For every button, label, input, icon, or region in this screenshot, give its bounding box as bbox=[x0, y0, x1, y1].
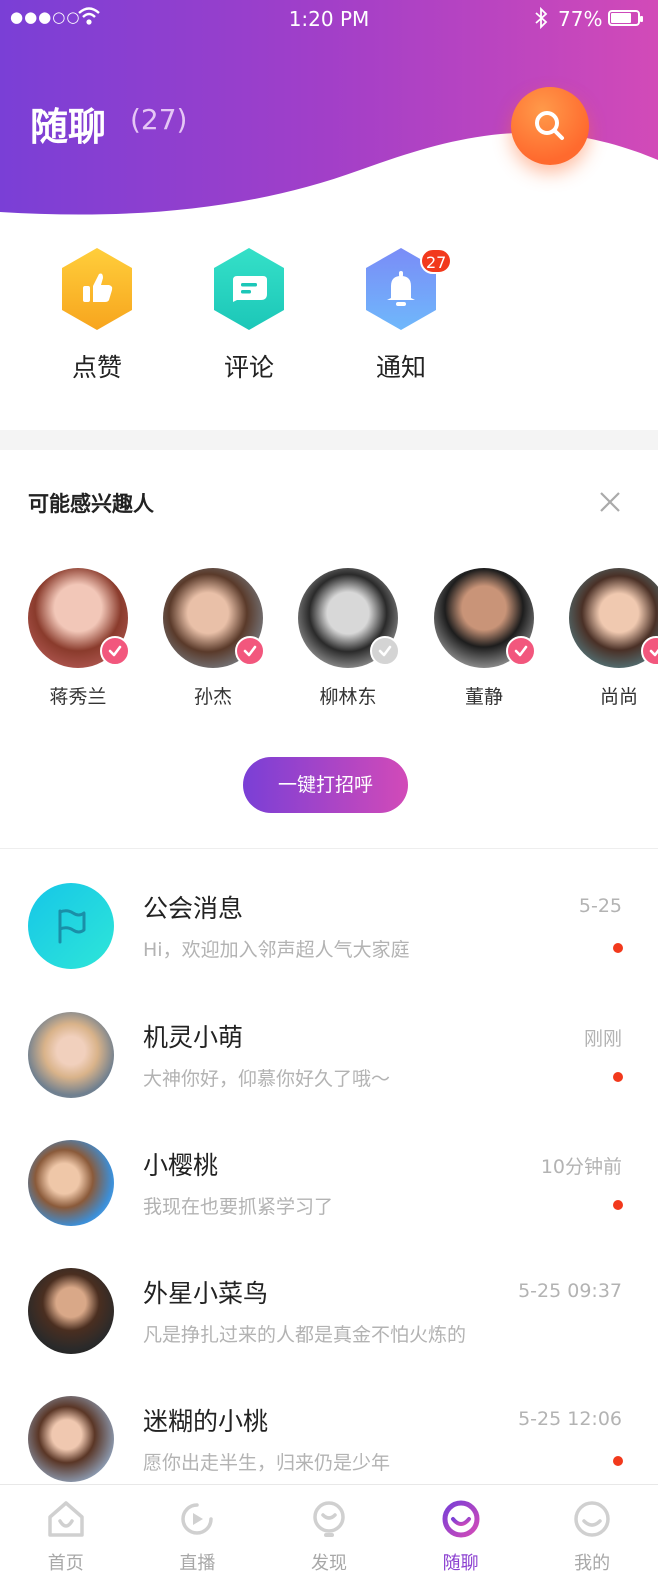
avatar bbox=[569, 568, 658, 668]
live-icon bbox=[181, 1503, 214, 1535]
tab-label: 首页 bbox=[47, 1553, 84, 1574]
unread-count: (27) bbox=[130, 103, 188, 136]
message-preview: 大神你好，仰慕你好久了哦～ bbox=[143, 1068, 391, 1090]
unread-dot bbox=[613, 943, 623, 953]
person-name: 董静 bbox=[464, 686, 503, 708]
suggest-list: 蒋秀兰 孙杰 柳林东 董静 尚尚 bbox=[0, 568, 658, 718]
check-icon[interactable] bbox=[641, 636, 658, 666]
message-name: 公会消息 bbox=[143, 894, 244, 923]
message-item[interactable]: 公会消息 Hi，欢迎加入邻声超人气大家庭 5-25 bbox=[0, 883, 658, 993]
tab-bar: 首页 直播 发现 随聊 我的 bbox=[0, 1484, 658, 1586]
page-title: 随聊 bbox=[30, 105, 107, 149]
status-bar: ●●●○○ 1:20 PM 77% bbox=[0, 0, 658, 40]
suggest-person[interactable]: 董静 bbox=[424, 568, 544, 709]
check-icon[interactable] bbox=[235, 636, 265, 666]
battery-percent: 77% bbox=[558, 7, 603, 31]
close-icon[interactable] bbox=[598, 490, 622, 514]
message-time: 5-25 bbox=[578, 895, 622, 917]
check-icon[interactable] bbox=[506, 636, 536, 666]
message-time: 10分钟前 bbox=[540, 1156, 622, 1178]
tab-label: 发现 bbox=[310, 1553, 347, 1574]
discover-icon bbox=[313, 1501, 345, 1537]
message-preview: 凡是挣扎过来的人都是真金不怕火炼的 bbox=[143, 1324, 467, 1346]
avatar bbox=[28, 1140, 114, 1226]
avatar bbox=[28, 568, 130, 668]
tab-discover[interactable]: 发现 bbox=[263, 1485, 395, 1586]
tab-label: 随聊 bbox=[442, 1553, 479, 1574]
home-icon bbox=[48, 1501, 84, 1537]
quick-notify-label: 通知 bbox=[375, 353, 426, 382]
tab-label: 直播 bbox=[179, 1553, 216, 1574]
message-name: 小樱桃 bbox=[143, 1151, 219, 1180]
avatar bbox=[28, 1396, 114, 1482]
avatar bbox=[28, 1012, 114, 1098]
person-name: 孙杰 bbox=[193, 686, 232, 708]
search-button[interactable] bbox=[511, 87, 589, 165]
chat-icon bbox=[442, 1500, 480, 1538]
person-name: 蒋秀兰 bbox=[49, 686, 107, 708]
message-preview: Hi，欢迎加入邻声超人气大家庭 bbox=[143, 939, 410, 961]
greet-all-button[interactable]: 一键打招呼 bbox=[243, 757, 408, 813]
notify-badge: 27 bbox=[420, 248, 453, 274]
quick-like[interactable]: 点赞 bbox=[47, 246, 147, 384]
message-name: 外星小菜鸟 bbox=[143, 1279, 269, 1308]
person-name: 柳林东 bbox=[319, 686, 377, 708]
unread-dot bbox=[613, 1456, 623, 1466]
profile-icon bbox=[574, 1501, 610, 1537]
tab-live[interactable]: 直播 bbox=[132, 1485, 264, 1586]
suggest-person[interactable]: 孙杰 bbox=[153, 568, 273, 709]
suggest-person[interactable]: 柳林东 bbox=[288, 568, 408, 709]
list-divider bbox=[0, 848, 658, 849]
quick-like-label: 点赞 bbox=[71, 353, 122, 382]
tab-profile[interactable]: 我的 bbox=[526, 1485, 658, 1586]
search-icon bbox=[535, 111, 564, 140]
person-name: 尚尚 bbox=[599, 686, 638, 708]
avatar bbox=[434, 568, 536, 668]
tab-chat[interactable]: 随聊 bbox=[395, 1485, 527, 1586]
message-time: 5-25 09:37 bbox=[518, 1280, 622, 1302]
avatar bbox=[163, 568, 265, 668]
tab-label: 我的 bbox=[574, 1553, 611, 1574]
message-time: 5-25 12:06 bbox=[518, 1408, 622, 1430]
tab-home[interactable]: 首页 bbox=[0, 1485, 132, 1586]
flag-icon bbox=[58, 909, 86, 944]
section-divider bbox=[0, 430, 658, 450]
quick-comment-label: 评论 bbox=[223, 353, 274, 382]
guild-avatar bbox=[28, 883, 114, 969]
message-name: 迷糊的小桃 bbox=[143, 1407, 269, 1436]
thumbs-up-icon bbox=[62, 248, 132, 330]
message-item[interactable]: 外星小菜鸟 凡是挣扎过来的人都是真金不怕火炼的 5-25 09:37 bbox=[0, 1268, 658, 1378]
battery-icon bbox=[608, 10, 643, 26]
message-preview: 我现在也要抓紧学习了 bbox=[143, 1196, 334, 1218]
check-icon[interactable] bbox=[100, 636, 130, 666]
check-icon[interactable] bbox=[370, 636, 400, 666]
avatar bbox=[28, 1268, 114, 1354]
comment-icon bbox=[214, 248, 284, 330]
suggest-person[interactable]: 蒋秀兰 bbox=[18, 568, 138, 709]
message-preview: 愿你出走半生，归来仍是少年 bbox=[143, 1452, 391, 1474]
message-item[interactable]: 机灵小萌 大神你好，仰慕你好久了哦～ 刚刚 bbox=[0, 1012, 658, 1122]
suggest-title: 可能感兴趣人 bbox=[28, 492, 154, 516]
unread-dot bbox=[613, 1200, 623, 1210]
quick-comment[interactable]: 评论 bbox=[199, 246, 299, 384]
message-item[interactable]: 小樱桃 我现在也要抓紧学习了 10分钟前 bbox=[0, 1140, 658, 1250]
avatar bbox=[298, 568, 400, 668]
message-name: 机灵小萌 bbox=[143, 1023, 244, 1052]
suggest-person[interactable]: 尚尚 bbox=[559, 568, 658, 709]
bluetooth-icon bbox=[535, 6, 548, 30]
unread-dot bbox=[613, 1072, 623, 1082]
message-time: 刚刚 bbox=[583, 1028, 622, 1050]
